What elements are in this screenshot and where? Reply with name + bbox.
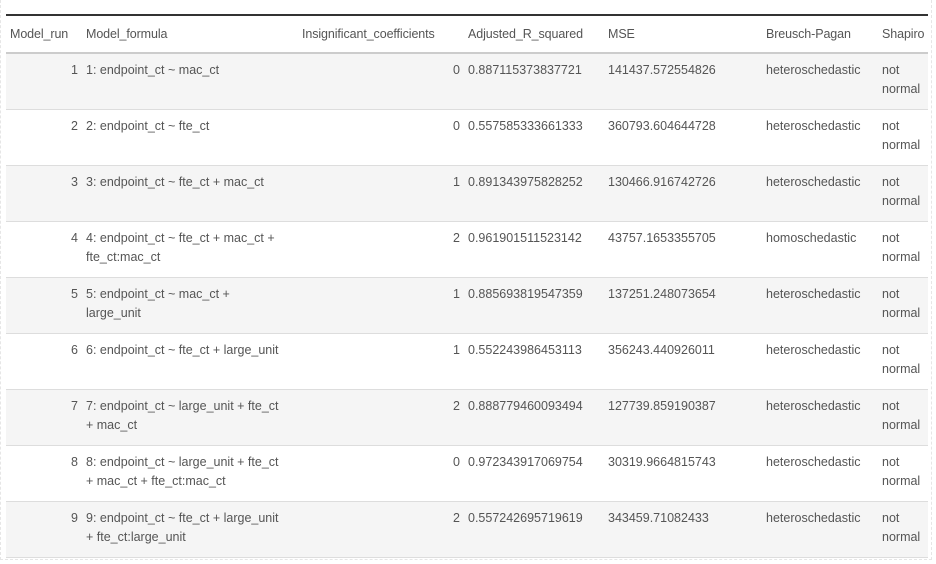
cell-mse: 343459.71082433 [604,501,762,558]
cell-shapiro: not normal [878,277,928,334]
cell-model-formula: 8: endpoint_ct ~ large_unit + fte_ct + m… [82,445,298,502]
cell-model-run: 9 [6,501,82,558]
cell-model-run: 1 [6,53,82,110]
cell-breusch-pagan: homoschedastic [762,221,878,278]
cell-shapiro: not normal [878,389,928,446]
cell-adjusted-r-squared: 0.557242695719619 [464,501,604,558]
cell-insignificant-coefficients: 0 [298,445,464,502]
cell-insignificant-coefficients: 2 [298,501,464,558]
table-row: 7 7: endpoint_ct ~ large_unit + fte_ct +… [6,389,928,446]
cell-breusch-pagan: heteroschedastic [762,389,878,446]
cell-model-formula: 4: endpoint_ct ~ fte_ct + mac_ct + fte_c… [82,221,298,278]
cell-breusch-pagan: heteroschedastic [762,501,878,558]
cell-breusch-pagan: heteroschedastic [762,109,878,166]
cell-insignificant-coefficients: 1 [298,165,464,222]
cell-shapiro: not normal [878,333,928,390]
cell-mse: 141437.572554826 [604,53,762,110]
cell-breusch-pagan: heteroschedastic [762,165,878,222]
cell-model-run: 7 [6,389,82,446]
table-row: 5 5: endpoint_ct ~ mac_ct + large_unit 1… [6,277,928,334]
cell-insignificant-coefficients: 0 [298,109,464,166]
cell-mse: 127739.859190387 [604,389,762,446]
cell-shapiro: not normal [878,445,928,502]
cell-mse: 137251.248073654 [604,277,762,334]
cell-model-run: 8 [6,445,82,502]
table-row: 9 9: endpoint_ct ~ fte_ct + large_unit +… [6,501,928,558]
table-row: 8 8: endpoint_ct ~ large_unit + fte_ct +… [6,445,928,502]
cell-model-formula: 5: endpoint_ct ~ mac_ct + large_unit [82,277,298,334]
model-results-table: Model_run Model_formula Insignificant_co… [6,14,928,558]
cell-adjusted-r-squared: 0.552243986453113 [464,333,604,390]
cell-model-formula: 6: endpoint_ct ~ fte_ct + large_unit [82,333,298,390]
cell-shapiro: not normal [878,165,928,222]
table-row: 1 1: endpoint_ct ~ mac_ct 0 0.8871153738… [6,53,928,110]
table-row: 2 2: endpoint_ct ~ fte_ct 0 0.5575853336… [6,109,928,166]
cell-model-run: 3 [6,165,82,222]
cell-model-run: 2 [6,109,82,166]
table-header-row: Model_run Model_formula Insignificant_co… [6,15,928,54]
column-header-shapiro[interactable]: Shapiro [878,15,928,54]
cell-shapiro: not normal [878,221,928,278]
cell-model-run: 5 [6,277,82,334]
cell-adjusted-r-squared: 0.961901511523142 [464,221,604,278]
cell-model-formula: 7: endpoint_ct ~ large_unit + fte_ct + m… [82,389,298,446]
cell-model-formula: 2: endpoint_ct ~ fte_ct [82,109,298,166]
cell-adjusted-r-squared: 0.885693819547359 [464,277,604,334]
cell-mse: 30319.9664815743 [604,445,762,502]
cell-mse: 356243.440926011 [604,333,762,390]
cell-insignificant-coefficients: 2 [298,389,464,446]
column-header-breusch-pagan[interactable]: Breusch-Pagan [762,15,878,54]
cell-mse: 360793.604644728 [604,109,762,166]
cell-shapiro: not normal [878,53,928,110]
column-header-model-run[interactable]: Model_run [6,15,82,54]
table-row: 3 3: endpoint_ct ~ fte_ct + mac_ct 1 0.8… [6,165,928,222]
table-row: 4 4: endpoint_ct ~ fte_ct + mac_ct + fte… [6,221,928,278]
cell-model-formula: 3: endpoint_ct ~ fte_ct + mac_ct [82,165,298,222]
cell-model-formula: 9: endpoint_ct ~ fte_ct + large_unit + f… [82,501,298,558]
cell-breusch-pagan: heteroschedastic [762,53,878,110]
column-header-insignificant-coefficients[interactable]: Insignificant_coefficients [298,15,464,54]
column-header-mse[interactable]: MSE [604,15,762,54]
cell-adjusted-r-squared: 0.891343975828252 [464,165,604,222]
cell-mse: 130466.916742726 [604,165,762,222]
cell-adjusted-r-squared: 0.557585333661333 [464,109,604,166]
cell-mse: 43757.1653355705 [604,221,762,278]
cell-insignificant-coefficients: 1 [298,277,464,334]
cell-breusch-pagan: heteroschedastic [762,277,878,334]
cell-shapiro: not normal [878,109,928,166]
cell-breusch-pagan: heteroschedastic [762,445,878,502]
cell-model-formula: 1: endpoint_ct ~ mac_ct [82,53,298,110]
cell-adjusted-r-squared: 0.972343917069754 [464,445,604,502]
cell-adjusted-r-squared: 0.888779460093494 [464,389,604,446]
cell-insignificant-coefficients: 0 [298,53,464,110]
table-row: 6 6: endpoint_ct ~ fte_ct + large_unit 1… [6,333,928,390]
cell-shapiro: not normal [878,501,928,558]
cell-insignificant-coefficients: 2 [298,221,464,278]
cell-adjusted-r-squared: 0.887115373837721 [464,53,604,110]
column-header-adjusted-r-squared[interactable]: Adjusted_R_squared [464,15,604,54]
cell-breusch-pagan: heteroschedastic [762,333,878,390]
cell-insignificant-coefficients: 1 [298,333,464,390]
cell-model-run: 6 [6,333,82,390]
column-header-model-formula[interactable]: Model_formula [82,15,298,54]
cell-model-run: 4 [6,221,82,278]
